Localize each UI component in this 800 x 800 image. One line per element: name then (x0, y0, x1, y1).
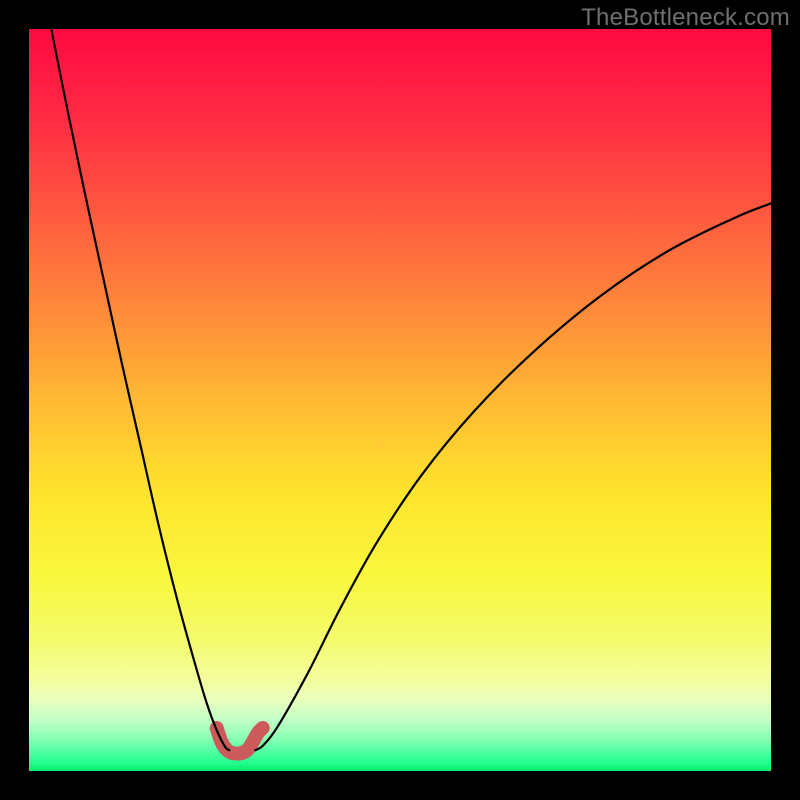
chart-background-gradient (29, 29, 771, 771)
chart-outer-frame: TheBottleneck.com (0, 0, 800, 800)
chart-svg (29, 29, 771, 771)
watermark-text: TheBottleneck.com (581, 4, 790, 32)
chart-plot-area (29, 29, 771, 771)
